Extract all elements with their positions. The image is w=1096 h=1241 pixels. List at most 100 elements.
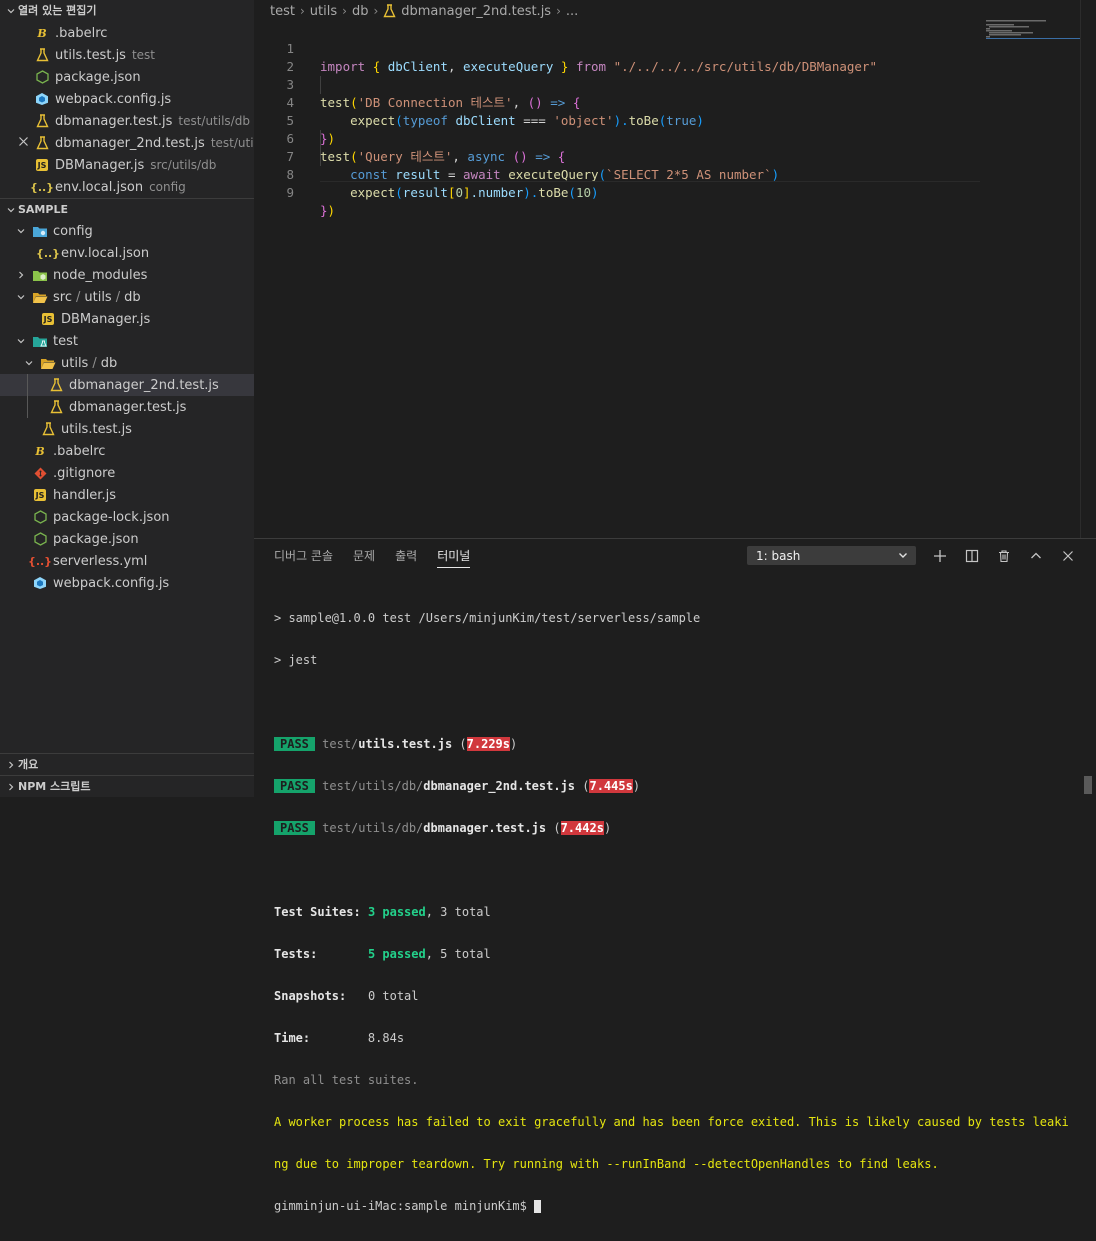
tree-label-db: db [124,289,141,305]
code-line: 6 test('Query 테스트', async () => { [254,112,1080,164]
code-line: 4 expect(typeof dbClient === 'object').t… [254,76,1080,128]
tree-file[interactable]: {..} env.local.json [0,242,254,264]
flask-icon [48,377,64,393]
new-terminal-button[interactable] [931,547,949,565]
tree-label-src: src [53,289,72,305]
trash-icon [999,550,1009,563]
tree-label: utils.test.js [61,421,132,437]
terminal-prompt[interactable]: gimminjun-ui-iMac:sample minjunKim$ [274,1199,1074,1213]
open-editor-item-active[interactable]: dbmanager_2nd.test.js test/utils/db [0,132,254,154]
json-icon: {..} [35,246,61,260]
tree-folder-test[interactable]: test [0,330,254,352]
open-editor-label: DBManager.js [55,157,145,173]
tree-file[interactable]: package.json [0,528,254,550]
tree-file[interactable]: JS DBManager.js [0,308,254,330]
open-editor-desc: test/utils/db [178,114,250,128]
open-editor-item[interactable]: webpack.config.js [0,88,254,110]
tree-label: dbmanager_2nd.test.js [69,377,219,393]
open-editor-desc: test [131,48,155,62]
open-editor-item[interactable]: dbmanager.test.js test/utils/db [0,110,254,132]
js-file-icon: JS [42,313,54,325]
npm-scripts-title: NPM 스크립트 [18,779,91,793]
terminal-cursor [534,1200,542,1213]
open-editor-item[interactable]: utils.test.js test [0,44,254,66]
editor-scrollbar[interactable] [1080,0,1096,538]
code-line: 7 const result = await executeQuery(`SEL… [254,130,1080,182]
terminal-select[interactable]: 1: bash [747,546,916,565]
breadcrumb-item[interactable]: dbmanager_2nd.test.js [401,4,551,19]
tree-label-db: db [100,355,118,371]
git-icon [32,465,48,481]
chevron-down-icon [22,358,36,368]
code-line: 3 test('DB Connection 테스트', () => { [254,58,1080,110]
node-folder-icon [32,267,48,283]
tab-output[interactable]: 출력 [395,539,417,573]
breadcrumb-item[interactable]: db [352,4,369,19]
code-line: 2 [254,40,1080,74]
chevron-down-icon [4,205,18,215]
tree-file[interactable]: dbmanager.test.js [0,396,254,418]
open-editor-item[interactable]: {..} env.local.json config [0,176,254,198]
open-editor-item[interactable]: B .babelrc [0,22,254,44]
tree-folder-src[interactable]: src / utils / db [0,286,254,308]
json-icon: {..} [29,180,55,194]
breadcrumb: test › utils › db › dbmanager_2nd.test.j… [270,0,578,22]
open-editor-label: webpack.config.js [55,91,172,107]
tab-problems[interactable]: 문제 [353,539,375,573]
open-editor-desc: test/utils/db [210,136,254,150]
tree-file[interactable]: package-lock.json [0,506,254,528]
tree-label: test [53,333,78,349]
tree-label: DBManager.js [61,311,151,327]
code-editor[interactable]: test › utils › db › dbmanager_2nd.test.j… [254,0,1096,538]
open-editor-label: env.local.json [55,179,144,195]
tree-label: package-lock.json [53,509,170,525]
code-line: 1 import { dbClient, executeQuery } from… [254,22,1080,74]
current-line-highlight [320,181,980,182]
outline-title: 개요 [18,757,39,771]
close-icon[interactable] [18,136,30,151]
kill-terminal-button[interactable] [995,547,1013,565]
minimap[interactable] [986,20,1081,42]
terminal-output[interactable]: > sample@1.0.0 test /Users/minjunKim/tes… [274,583,1074,1241]
tree-folder-test-utils[interactable]: utils / db [0,352,254,374]
maximize-panel-button[interactable] [1027,547,1045,565]
tree-file[interactable]: .gitignore [0,462,254,484]
tab-debug-console[interactable]: 디버그 콘솔 [274,539,333,573]
tree-label: webpack.config.js [53,575,170,591]
tree-file[interactable]: B .babelrc [0,440,254,462]
code-line: 5 }) [254,94,1080,146]
nodejs-icon [32,509,48,525]
close-panel-button[interactable] [1059,547,1077,565]
explorer-section-header[interactable]: SAMPLE [0,198,254,220]
chevron-right-icon [14,270,28,280]
tree-folder-config[interactable]: config [0,220,254,242]
bottom-sections: 개요 NPM 스크립트 [0,753,254,797]
tab-terminal[interactable]: 터미널 [437,539,471,573]
tree-file[interactable]: utils.test.js [0,418,254,440]
outline-section-header[interactable]: 개요 [0,753,254,775]
tree-label: dbmanager.test.js [69,399,187,415]
open-editors-header[interactable]: 열려 있는 편집기 [0,0,254,22]
chevron-right-icon: › [373,4,379,18]
chevron-right-icon: › [299,4,305,18]
tree-label-utils: utils [61,355,89,371]
js-file-icon: JS [34,489,46,501]
breadcrumb-item[interactable]: test [270,4,295,19]
tree-label-utils: utils [84,289,112,305]
explorer-sidebar: 열려 있는 편집기 B .babelrc utils.test.js test … [0,0,254,797]
tree-folder-node-modules[interactable]: node_modules [0,264,254,286]
breadcrumb-item[interactable]: utils [310,4,337,19]
open-editor-item[interactable]: JS DBManager.js src/utils/db [0,154,254,176]
plus-icon [934,550,946,562]
tree-file[interactable]: webpack.config.js [0,572,254,594]
breadcrumb-item[interactable]: ... [566,4,578,19]
split-terminal-button[interactable] [963,547,981,565]
tree-file[interactable]: {..} serverless.yml [0,550,254,572]
terminal-scrollbar[interactable] [1084,776,1092,794]
open-editor-label: dbmanager_2nd.test.js [55,135,205,151]
open-editor-item[interactable]: package.json [0,66,254,88]
test-folder-icon [32,333,48,349]
tree-file-selected[interactable]: dbmanager_2nd.test.js [0,374,254,396]
tree-file[interactable]: JS handler.js [0,484,254,506]
npm-scripts-section-header[interactable]: NPM 스크립트 [0,775,254,797]
